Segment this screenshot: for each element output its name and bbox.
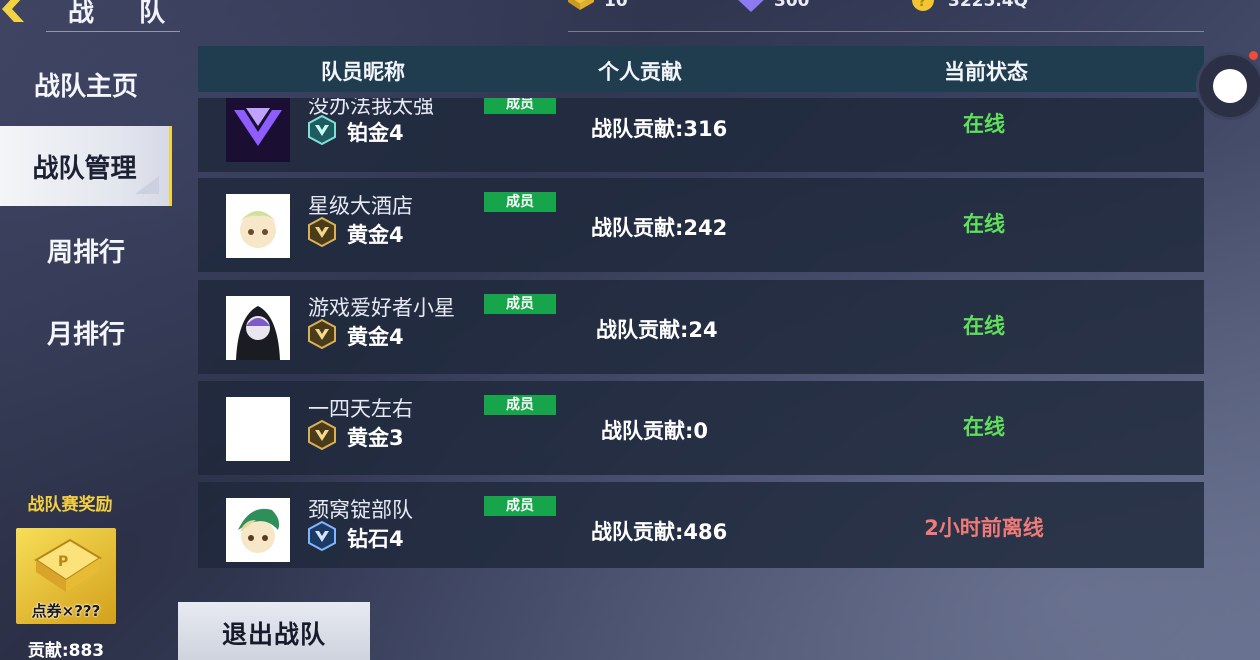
- currency-coin[interactable]: ? 3225.4Q: [910, 0, 1028, 12]
- member-rank: 铂金4: [347, 121, 404, 145]
- member-rank: 钻石4: [347, 527, 404, 551]
- member-rank: 黄金4: [347, 223, 404, 247]
- svg-text:?: ?: [918, 0, 926, 10]
- member-rank: 黄金4: [347, 325, 404, 349]
- role-badge: 成员: [484, 98, 556, 114]
- member-contribution: 战队贡献:24: [596, 318, 718, 342]
- nav-monthly-ranking[interactable]: 月排行: [0, 292, 172, 372]
- nav-label: 战队主页: [33, 71, 138, 102]
- reward-title: 战队赛奖励: [27, 495, 113, 515]
- floating-button-dot: [1213, 69, 1247, 103]
- nav-label: 战队管理: [32, 153, 137, 184]
- gold-ticket-icon: [568, 0, 594, 10]
- currency-value: 10: [604, 0, 628, 11]
- gold-rank-icon: [308, 419, 336, 451]
- diamond-icon: [738, 0, 764, 12]
- member-status: 2小时前离线: [924, 516, 1044, 540]
- quit-team-button[interactable]: 退出战队: [178, 602, 370, 660]
- member-rank: 黄金3: [347, 426, 404, 450]
- avatar: [226, 98, 290, 162]
- member-contribution: 战队贡献:242: [591, 216, 728, 240]
- header-contribution: 个人贡献: [598, 60, 682, 84]
- nav-weekly-ranking[interactable]: 周排行: [0, 210, 172, 290]
- notification-dot: [1249, 51, 1258, 60]
- nav-team-management[interactable]: 战队管理: [0, 126, 172, 206]
- table-row[interactable]: 星级大酒店 成员 黄金4 战队贡献:242 在线: [198, 178, 1204, 272]
- active-corner-mark: [135, 176, 159, 194]
- role-badge: 成员: [484, 294, 556, 314]
- svg-text:P: P: [58, 554, 68, 570]
- member-contribution: 战队贡献:316: [591, 117, 728, 141]
- nav-team-home[interactable]: 战队主页: [0, 44, 172, 124]
- page-title: 战 队: [68, 0, 184, 28]
- platinum-rank-icon: [308, 114, 336, 146]
- role-badge: 成员: [484, 395, 556, 415]
- diamond-rank-icon: [308, 520, 336, 552]
- member-status: 在线: [963, 112, 1005, 136]
- back-arrow-icon[interactable]: [0, 0, 26, 24]
- member-status: 在线: [963, 212, 1005, 236]
- avatar: [226, 194, 290, 258]
- avatar: [226, 498, 290, 562]
- role-badge: 成员: [484, 192, 556, 212]
- avatar: [226, 296, 290, 360]
- header-nickname: 队员昵称: [321, 60, 405, 84]
- gold-rank-icon: [308, 318, 336, 350]
- role-badge: 成员: [484, 496, 556, 516]
- table-row[interactable]: 没办法我太强 成员 铂金4 战队贡献:316 在线: [198, 98, 1204, 172]
- nav-label: 周排行: [46, 237, 125, 268]
- member-status: 在线: [963, 415, 1005, 439]
- coin-icon: ?: [912, 0, 934, 11]
- currency-diamond[interactable]: 300: [736, 0, 810, 12]
- header-divider: [568, 31, 1204, 32]
- gold-rank-icon: [308, 216, 336, 248]
- member-contribution: 战队贡献:0: [601, 419, 709, 443]
- table-row[interactable]: 颈窝锭部队 成员 钻石4 战队贡献:486 2小时前离线: [198, 482, 1204, 568]
- avatar: [226, 397, 290, 461]
- currency-gold-ticket[interactable]: 10: [566, 0, 628, 12]
- member-status: 在线: [963, 314, 1005, 338]
- reward-count: 点券×???: [31, 602, 101, 620]
- member-contribution: 战队贡献:486: [591, 520, 728, 544]
- nav-label: 月排行: [46, 319, 125, 350]
- table-row[interactable]: 游戏爱好者小星 成员 黄金4 战队贡献:24 在线: [198, 280, 1204, 374]
- currency-value: 300: [774, 0, 810, 11]
- floating-menu-button[interactable]: [1196, 52, 1260, 120]
- member-table-header: 队员昵称 个人贡献 当前状态: [198, 46, 1204, 92]
- reward-contribution: 贡献:883: [27, 641, 105, 660]
- reward-card[interactable]: P 点券×???: [16, 528, 116, 624]
- ticket-icon: P: [34, 538, 102, 592]
- currency-value: 3225.4Q: [948, 0, 1029, 11]
- title-divider: [46, 31, 180, 32]
- header-status: 当前状态: [944, 60, 1028, 84]
- table-row[interactable]: 一四天左右 成员 黄金3 战队贡献:0 在线: [198, 381, 1204, 475]
